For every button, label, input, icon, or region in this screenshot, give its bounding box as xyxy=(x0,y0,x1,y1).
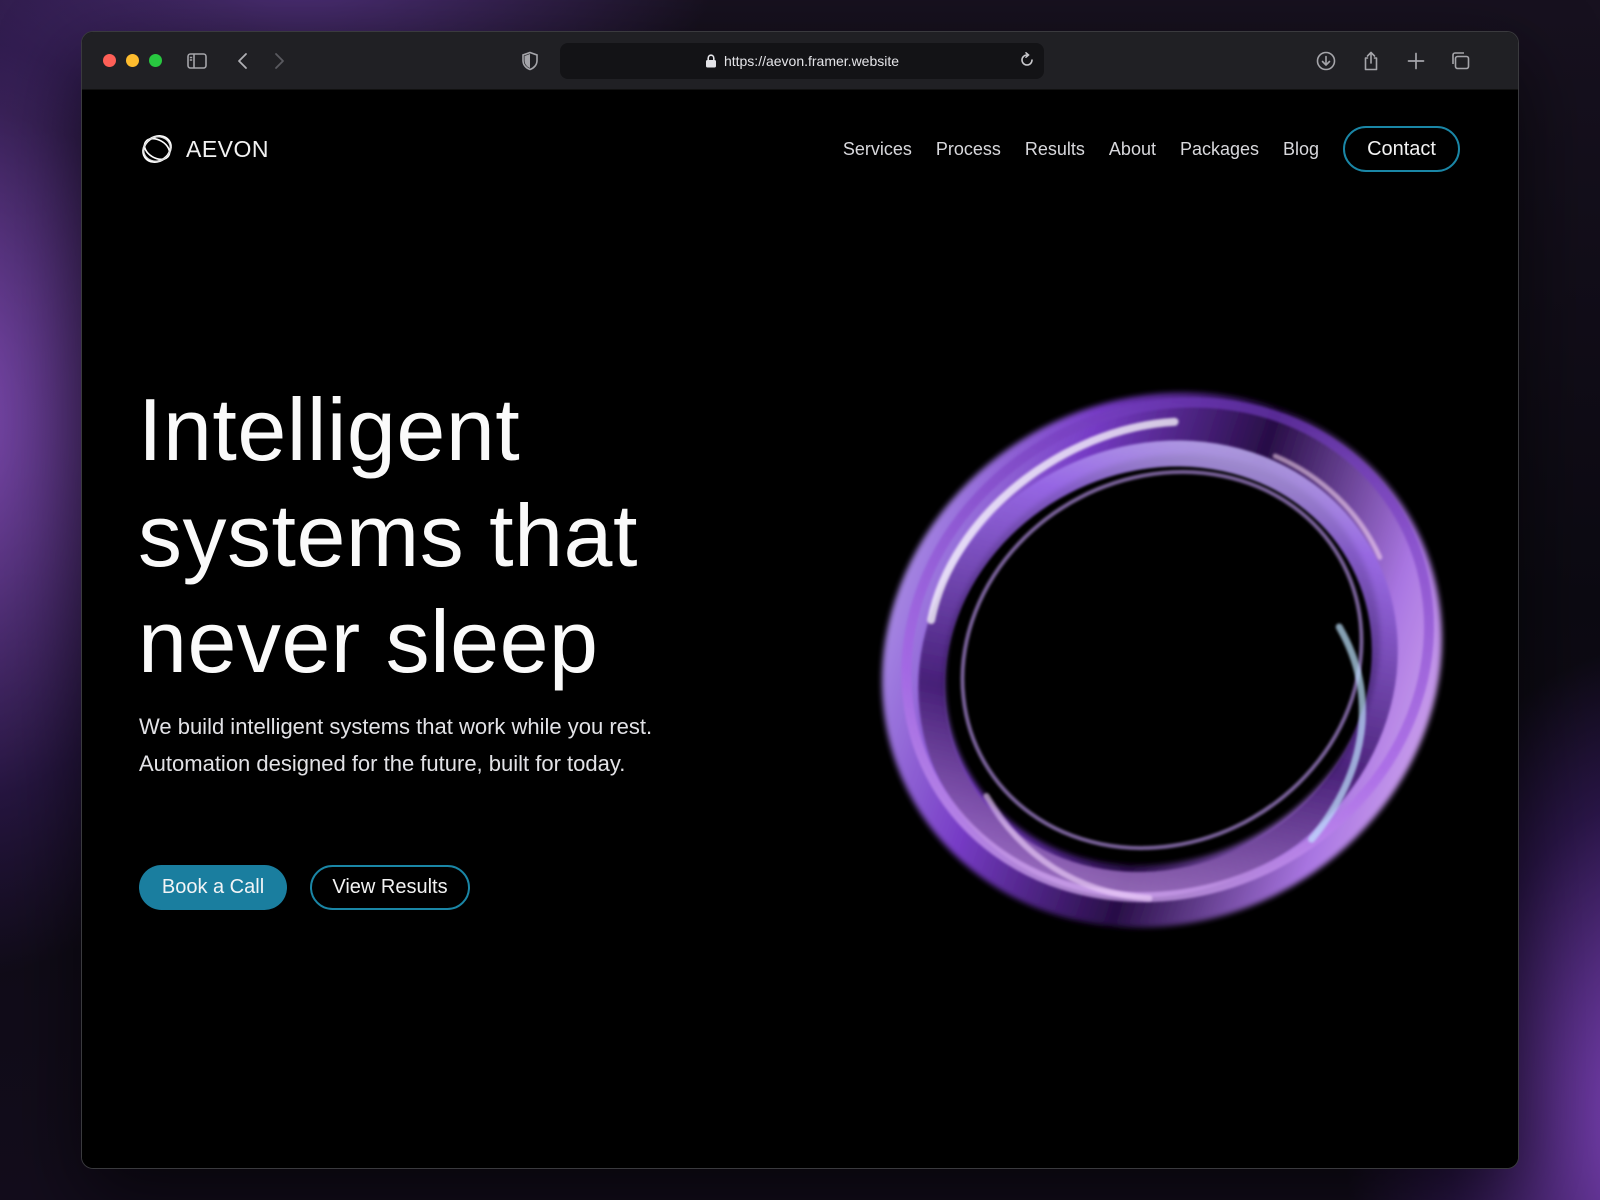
sidebar-icon[interactable] xyxy=(185,49,209,73)
minimize-window-button[interactable] xyxy=(126,54,139,67)
new-tab-icon[interactable] xyxy=(1404,49,1428,73)
main-nav: Services Process Results About Packages … xyxy=(843,126,1460,172)
browser-window: https://aevon.framer.website AEVON Servi… xyxy=(81,31,1519,1169)
book-a-call-button[interactable]: Book a Call xyxy=(139,865,287,910)
hero-title: Intelligent systems that never sleep xyxy=(138,377,838,695)
logo-text: AEVON xyxy=(186,135,270,162)
glass-ring-illustration xyxy=(882,392,1442,928)
address-bar[interactable]: https://aevon.framer.website xyxy=(560,43,1044,79)
tab-overview-icon[interactable] xyxy=(1448,49,1472,73)
site-logo[interactable]: AEVON xyxy=(139,131,269,167)
reload-icon[interactable] xyxy=(1018,51,1036,69)
hero-subtitle: We build intelligent systems that work w… xyxy=(139,708,789,782)
nav-results[interactable]: Results xyxy=(1025,139,1085,160)
hero-title-line: systems that xyxy=(138,486,638,585)
nav-about[interactable]: About xyxy=(1109,139,1156,160)
url-text: https://aevon.framer.website xyxy=(723,53,900,69)
contact-button[interactable]: Contact xyxy=(1343,126,1460,172)
nav-blog[interactable]: Blog xyxy=(1283,139,1319,160)
hero-subtitle-line: Automation designed for the future, buil… xyxy=(139,751,626,776)
nav-process[interactable]: Process xyxy=(936,139,1001,160)
browser-toolbar: https://aevon.framer.website xyxy=(82,32,1518,90)
hero-title-line: never sleep xyxy=(138,592,599,691)
zoom-window-button[interactable] xyxy=(149,54,162,67)
share-icon[interactable] xyxy=(1359,49,1383,73)
close-window-button[interactable] xyxy=(103,54,116,67)
hero-subtitle-line: We build intelligent systems that work w… xyxy=(139,714,653,739)
view-results-button[interactable]: View Results xyxy=(310,865,470,910)
nav-services[interactable]: Services xyxy=(843,139,912,160)
nav-packages[interactable]: Packages xyxy=(1180,139,1259,160)
back-icon[interactable] xyxy=(231,49,255,73)
aevon-logo-icon xyxy=(142,135,172,163)
hero-title-line: Intelligent xyxy=(138,380,521,479)
web-page: AEVON Services Process Results About Pac… xyxy=(82,90,1518,1168)
lock-icon xyxy=(705,54,717,68)
forward-icon[interactable] xyxy=(267,49,291,73)
shield-icon[interactable] xyxy=(518,49,542,73)
download-icon[interactable] xyxy=(1314,49,1338,73)
